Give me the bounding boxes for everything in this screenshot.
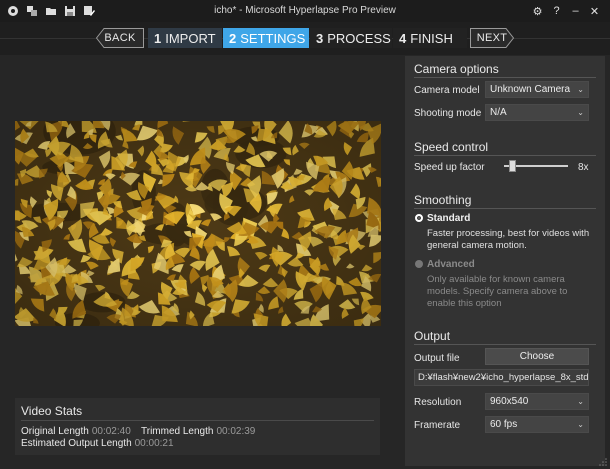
chevron-down-icon: ⌄: [577, 85, 584, 94]
help-icon[interactable]: ?: [547, 3, 566, 19]
step-label: PROCESS: [327, 30, 391, 46]
step-label: FINISH: [410, 30, 453, 46]
framerate-label: Framerate: [414, 420, 461, 431]
next-label: NEXT: [476, 32, 508, 44]
standard-description: Faster processing, best for videos with …: [427, 228, 590, 251]
next-button[interactable]: NEXT: [470, 28, 514, 48]
shooting-mode-value: N/A: [490, 107, 507, 118]
smoothing-title: Smoothing: [414, 193, 472, 207]
framerate-value: 60 fps: [490, 419, 518, 430]
tab-process[interactable]: 3 PROCESS: [310, 28, 392, 48]
tab-finish[interactable]: 4 FINISH: [393, 28, 467, 48]
output-file-label: Output file: [414, 353, 460, 364]
tab-import[interactable]: 1 IMPORT: [148, 28, 222, 48]
standard-label[interactable]: Standard: [427, 213, 470, 224]
preview-frame: [15, 121, 381, 326]
original-length-value: 00:02:40: [91, 426, 131, 437]
standard-radio[interactable]: [415, 214, 423, 222]
section-divider: [414, 344, 596, 345]
step-number: 1: [154, 30, 162, 46]
shooting-mode-select[interactable]: N/A ⌄: [485, 104, 589, 121]
advanced-label[interactable]: Advanced: [427, 259, 475, 270]
resolution-label: Resolution: [414, 397, 462, 408]
resize-grip-icon[interactable]: [599, 458, 607, 466]
camera-model-select[interactable]: Unknown Camera ⌄: [485, 81, 589, 98]
step-number: 4: [399, 30, 407, 46]
back-button[interactable]: BACK: [96, 28, 144, 48]
resolution-value: 960x540: [490, 396, 529, 407]
chevron-down-icon: ⌄: [577, 397, 584, 406]
title-bar: icho* - Microsoft Hyperlapse Pro Preview…: [0, 0, 610, 22]
step-number: 2: [229, 30, 237, 46]
minimize-button[interactable]: –: [566, 3, 585, 19]
chevron-down-icon: ⌄: [577, 420, 584, 429]
step-number: 3: [316, 30, 324, 46]
output-path-field[interactable]: D:¥flash¥new2¥icho_hyperlapse_8x_std.m: [414, 369, 589, 386]
video-stats-panel: Video Stats Original Length 00:02:40 Trim…: [15, 398, 380, 455]
section-divider: [414, 77, 596, 78]
trimmed-length: Trimmed Length 00:02:39: [141, 426, 255, 437]
trimmed-length-label: Trimmed Length: [141, 426, 214, 437]
settings-icon[interactable]: ⚙: [528, 3, 547, 19]
window-title: icho* - Microsoft Hyperlapse Pro Preview: [214, 5, 396, 16]
speed-slider-thumb[interactable]: [509, 160, 516, 172]
back-label: BACK: [104, 32, 136, 44]
camera-options-title: Camera options: [414, 62, 499, 76]
shooting-mode-label: Shooting mode: [414, 108, 482, 119]
estimated-output-length: Estimated Output Length 00:00:21: [21, 438, 174, 449]
advanced-radio[interactable]: [415, 260, 423, 268]
estimated-length-value: 00:00:21: [134, 438, 174, 449]
output-title: Output: [414, 329, 451, 343]
video-preview[interactable]: [15, 121, 381, 326]
close-button[interactable]: ✕: [585, 3, 604, 19]
step-label: IMPORT: [165, 30, 216, 46]
speed-factor-label: Speed up factor: [414, 162, 485, 173]
stats-title: Video Stats: [21, 404, 83, 418]
camera-model-label: Camera model: [414, 85, 480, 96]
window-controls: ⚙ ? – ✕: [528, 3, 604, 19]
choose-button[interactable]: Choose: [485, 348, 589, 365]
speed-control-title: Speed control: [414, 140, 489, 154]
speed-factor-value: 8x: [578, 162, 589, 173]
step-label: SETTINGS: [240, 30, 306, 46]
section-divider: [414, 208, 596, 209]
framerate-select[interactable]: 60 fps ⌄: [485, 416, 589, 433]
original-length-label: Original Length: [21, 426, 89, 437]
chevron-down-icon: ⌄: [577, 108, 584, 117]
trimmed-length-value: 00:02:39: [216, 426, 256, 437]
settings-panel: Camera options Camera model Unknown Came…: [405, 56, 605, 466]
estimated-length-label: Estimated Output Length: [21, 438, 132, 449]
tab-settings[interactable]: 2 SETTINGS: [223, 28, 309, 48]
resolution-select[interactable]: 960x540 ⌄: [485, 393, 589, 410]
original-length: Original Length 00:02:40: [21, 426, 131, 437]
section-divider: [414, 155, 596, 156]
stats-divider: [21, 420, 374, 421]
advanced-description: Only available for known camera models. …: [427, 274, 568, 309]
camera-model-value: Unknown Camera: [490, 84, 571, 95]
